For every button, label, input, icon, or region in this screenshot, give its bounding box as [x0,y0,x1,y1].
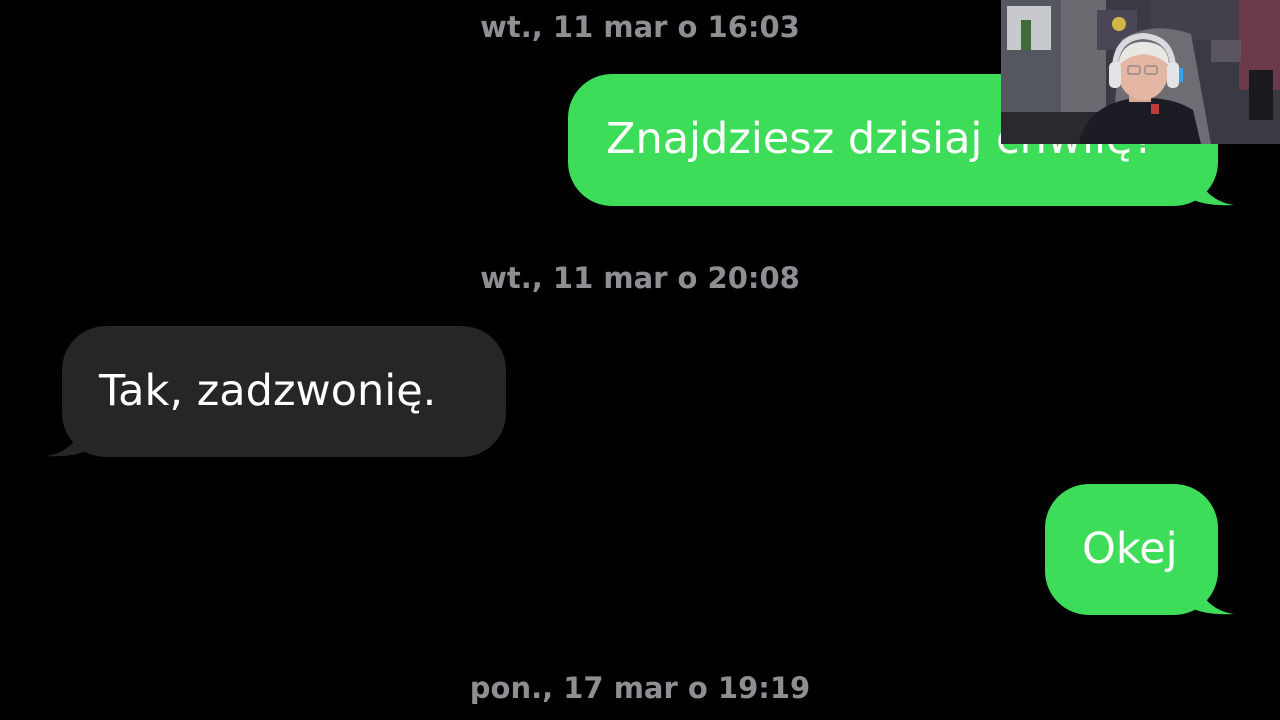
bubble-tail-icon [1194,166,1234,206]
message-bubble-sent[interactable]: Okej [1045,484,1234,615]
bubble-tail-icon [46,417,86,457]
webcam-overlay [1001,0,1280,144]
streamer-webcam-image [1001,0,1280,144]
timestamp: wt., 11 mar o 20:08 [480,261,800,295]
bubble-tail-icon [1194,575,1234,615]
message-text: Okej [1082,524,1178,574]
message-bubble-received[interactable]: Tak, zadzwonię. [46,326,506,457]
timestamp: pon., 17 mar o 19:19 [469,671,811,705]
message-text: Tak, zadzwonię. [99,366,437,416]
